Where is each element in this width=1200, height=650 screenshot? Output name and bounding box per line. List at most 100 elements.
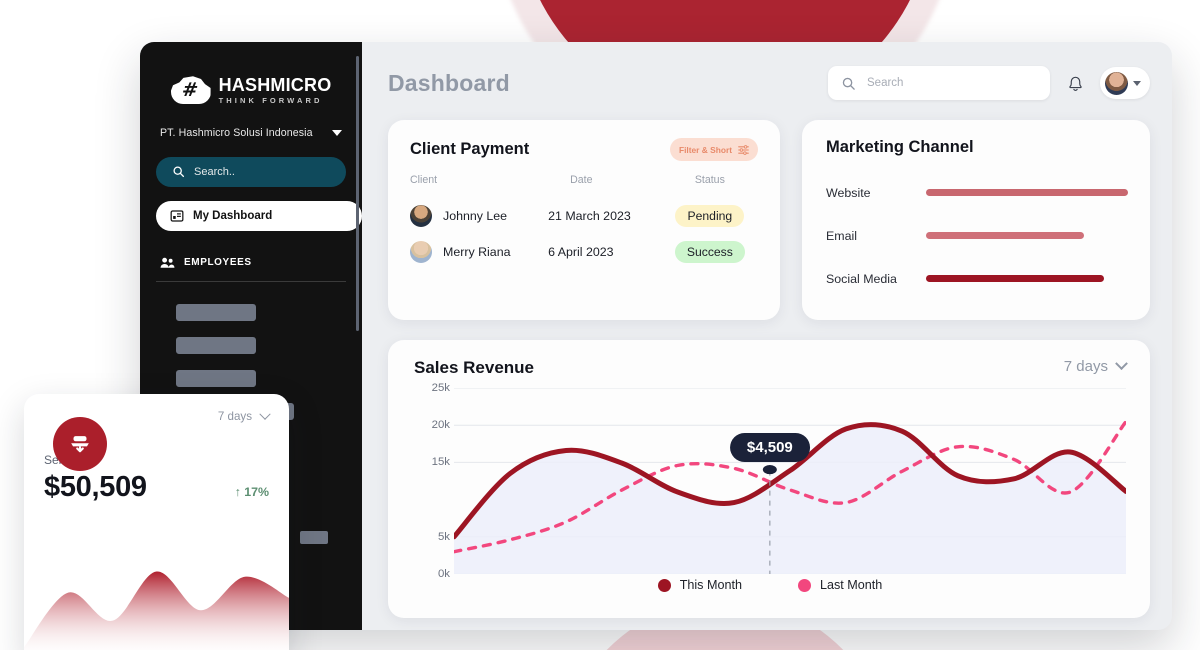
- table-header-row: Client Date Status: [410, 174, 758, 198]
- top-bar-actions: Search: [828, 66, 1150, 100]
- y-axis: 0k 5k 15k 20k 25k: [414, 382, 454, 580]
- avatar: [410, 241, 432, 263]
- sells-cart-icon: [53, 417, 107, 471]
- column-header-client: Client: [410, 174, 438, 186]
- table-row[interactable]: Johnny Lee 21 March 2023 Pending: [410, 198, 758, 234]
- range-label: 7 days: [1063, 358, 1108, 375]
- table-row[interactable]: Merry Riana 6 April 2023 Success: [410, 234, 758, 270]
- line-chart: $4,509: [454, 388, 1126, 574]
- sidebar-search-placeholder: Search..: [194, 165, 235, 178]
- legend-label: Last Month: [819, 578, 883, 592]
- sales-revenue-range-selector[interactable]: 7 days: [1063, 357, 1128, 375]
- sells-area-chart: [24, 556, 289, 650]
- sidebar-skeleton-item: [300, 531, 328, 544]
- search-icon: [173, 166, 185, 178]
- y-axis-tick-label: 15k: [431, 456, 450, 469]
- company-name: PT. Hashmicro Solusi Indonesia: [160, 126, 313, 139]
- client-cell: Johnny Lee: [410, 205, 548, 227]
- payment-date: 21 March 2023: [548, 209, 631, 223]
- bell-icon: [1068, 76, 1082, 91]
- marketing-channel-label: Website: [826, 185, 871, 200]
- marketing-channel-bars: Website Email Social Media: [826, 171, 1128, 300]
- notifications-button[interactable]: [1064, 71, 1086, 95]
- marketing-channel-bar: [926, 275, 1104, 282]
- chart-legend: This Month Last Month: [414, 578, 1126, 592]
- client-name: Merry Riana: [443, 245, 511, 259]
- top-bar: Dashboard Search: [388, 60, 1150, 106]
- sidebar-search-input[interactable]: Search..: [156, 156, 346, 187]
- marketing-channel-bar: [926, 232, 1084, 239]
- legend-color-dot: [657, 578, 671, 592]
- profile-menu[interactable]: [1100, 67, 1150, 99]
- avatar: [410, 205, 432, 227]
- status-badge: Pending: [675, 205, 745, 227]
- sells-value-row: $50,509 ↑ 17%: [44, 471, 269, 504]
- legend-label: This Month: [679, 578, 742, 592]
- hash-glyph: #: [180, 79, 200, 102]
- filter-button-label: Filter & Short: [678, 144, 732, 155]
- marketing-channel-bar-track: [926, 189, 1128, 196]
- sidebar-item-my-dashboard[interactable]: My Dashboard: [156, 200, 362, 231]
- sells-delta: ↑ 17%: [234, 485, 269, 499]
- main-content: Dashboard Search Client Payment Filter &…: [362, 42, 1172, 630]
- sidebar-section-label: EMPLOYEES: [184, 256, 252, 268]
- client-payment-table: Client Date Status Johnny Lee 21 March 2…: [410, 174, 758, 270]
- search-input[interactable]: Search: [828, 66, 1050, 100]
- screenshot-root: # HASHMICRO THINK FORWARD PT. Hashmicro …: [0, 0, 1200, 650]
- client-payment-card: Client Payment Filter & Short Client Dat…: [388, 120, 780, 320]
- y-axis-tick-label: 5k: [437, 530, 450, 543]
- cards-row: Client Payment Filter & Short Client Dat…: [388, 120, 1150, 320]
- marketing-channel-label: Social Media: [826, 271, 897, 286]
- sidebar-skeleton-item: [176, 369, 256, 387]
- chevron-down-icon: [1133, 80, 1141, 86]
- sidebar-skeleton-item: [176, 303, 256, 321]
- page-title: Dashboard: [388, 69, 510, 96]
- sidebar-item-label: My Dashboard: [193, 209, 273, 222]
- sales-revenue-title: Sales Revenue: [414, 358, 535, 377]
- marketing-channel-row: Website: [826, 171, 1128, 214]
- payment-date: 6 April 2023: [548, 245, 614, 259]
- chart-tooltip: $4,509: [729, 432, 810, 462]
- chevron-down-icon: [259, 408, 271, 420]
- brand-tagline: THINK FORWARD: [218, 96, 323, 105]
- company-selector[interactable]: PT. Hashmicro Solusi Indonesia: [156, 127, 346, 139]
- employees-icon: [160, 257, 175, 268]
- caret-down-icon: [332, 129, 342, 136]
- filter-sliders-icon: [738, 144, 749, 155]
- sidebar-section-employees[interactable]: EMPLOYEES: [156, 256, 346, 269]
- marketing-channel-title: Marketing Channel: [826, 138, 974, 156]
- avatar: [1105, 71, 1128, 95]
- client-name: Johnny Lee: [443, 209, 508, 223]
- app-window: # HASHMICRO THINK FORWARD PT. Hashmicro …: [140, 42, 1172, 630]
- sells-value: $50,509: [44, 471, 147, 503]
- sales-revenue-card: Sales Revenue 7 days 0k 5k 15k 20k 25k $4,50…: [388, 340, 1150, 618]
- filter-and-sort-button[interactable]: Filter & Short: [669, 138, 758, 161]
- column-header-date: Date: [570, 174, 593, 186]
- marketing-channel-bar: [926, 189, 1128, 196]
- search-placeholder: Search: [867, 77, 904, 89]
- marketing-channel-row: Social Media: [826, 257, 1128, 300]
- marketing-channel-bar-track: [926, 275, 1128, 282]
- search-icon: [842, 77, 855, 90]
- sales-revenue-header: Sales Revenue 7 days: [414, 357, 1128, 378]
- legend-item-last-month[interactable]: Last Month: [797, 578, 883, 592]
- sells-area-svg: [24, 571, 289, 650]
- client-payment-title: Client Payment: [410, 140, 530, 158]
- sells-summary-card: 7 days Sells $50,509 ↑ 17%: [24, 394, 289, 650]
- sidebar-divider: [156, 280, 346, 282]
- sidebar-skeleton-item: [176, 336, 256, 354]
- legend-color-dot: [797, 578, 811, 592]
- status-badge: Success: [674, 241, 745, 263]
- client-payment-header: Client Payment Filter & Short: [410, 138, 758, 161]
- sidebar-scrollbar[interactable]: [356, 56, 359, 331]
- brand-logo: # HASHMICRO THINK FORWARD: [156, 76, 346, 105]
- chevron-down-icon: [1115, 357, 1128, 371]
- legend-item-this-month[interactable]: This Month: [657, 578, 742, 592]
- client-cell: Merry Riana: [410, 241, 548, 263]
- marketing-channel-card: Marketing Channel Website Email Social Med…: [802, 120, 1150, 320]
- annotation-marker: [762, 464, 777, 475]
- sales-revenue-svg: [454, 388, 1126, 574]
- y-axis-tick-label: 20k: [431, 419, 450, 432]
- dashboard-icon: [170, 209, 184, 222]
- y-axis-tick-label: 25k: [431, 382, 450, 394]
